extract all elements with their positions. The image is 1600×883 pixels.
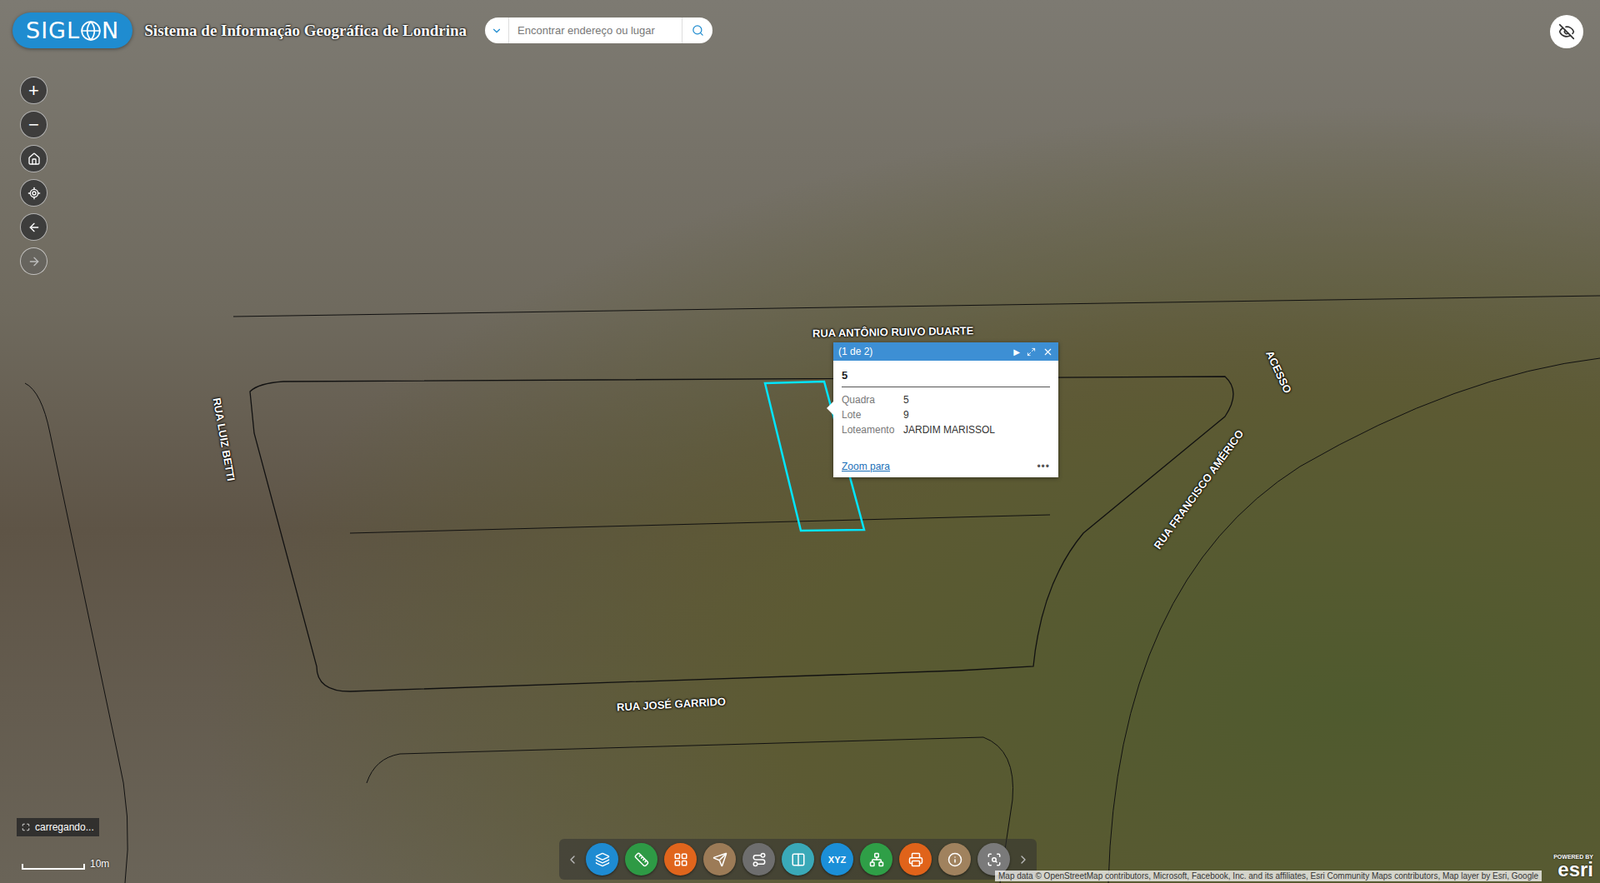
attribute-label: Lote — [841, 409, 904, 421]
ruler-tool-button[interactable] — [625, 843, 658, 876]
home-button[interactable] — [20, 145, 48, 173]
globe-icon — [80, 20, 102, 42]
toolbar-next[interactable] — [1016, 853, 1030, 867]
street-label: RUA FRANCISCO AMÉRICO — [1151, 427, 1247, 552]
chevron-left-icon — [565, 853, 580, 867]
map-attribution: Map data © OpenStreetMap contributors, M… — [995, 870, 1542, 882]
text-button[interactable]: + — [20, 76, 48, 105]
forward-button[interactable] — [20, 247, 48, 275]
app-title: Sistema de Informação Geográfica de Lond… — [144, 21, 467, 40]
street-label: ACESSO — [1263, 348, 1295, 395]
layers-tool-button[interactable] — [585, 843, 619, 876]
info-tool-button[interactable] — [938, 843, 971, 876]
popup-title: 5 — [841, 365, 1050, 388]
search-icon — [691, 24, 705, 37]
search-source-dropdown[interactable] — [485, 17, 510, 44]
print-tool-button[interactable] — [899, 843, 932, 876]
attribute-label: Quadra — [841, 394, 904, 406]
attribute-value: JARDIM MARISSOL — [903, 424, 1050, 436]
network-icon — [869, 852, 885, 868]
printer-icon — [908, 852, 924, 868]
loading-indicator: carregando... — [16, 818, 100, 837]
maximize-icon[interactable] — [1026, 347, 1036, 357]
popup-pager: (1 de 2) — [838, 345, 1007, 358]
next-feature-button[interactable]: ▶ — [1013, 347, 1020, 357]
compare-tool-button[interactable] — [781, 843, 815, 876]
map-view[interactable]: RUA ANTÔNIO RUIVO DUARTE RUA LUIZ BETTI AC… — [0, 0, 1600, 883]
search-box[interactable]: Encontrar endereço ou lugar — [485, 17, 713, 44]
more-actions-button[interactable]: ••• — [1036, 460, 1050, 473]
caret-down-icon — [490, 25, 503, 37]
search-button[interactable] — [681, 17, 713, 44]
grid-icon — [673, 852, 689, 868]
grid-tool-button[interactable] — [664, 843, 697, 876]
nav-controls: +− — [20, 76, 48, 275]
back-arrow-icon — [27, 220, 41, 235]
zoom-to-link[interactable]: Zoom para — [841, 460, 890, 473]
toggle-ui-button[interactable] — [1550, 15, 1584, 49]
route-icon — [751, 852, 767, 868]
eye-off-icon — [1558, 23, 1575, 40]
toolbar-prev[interactable] — [565, 853, 580, 867]
feature-popup: (1 de 2)▶5Quadra5Lote9LoteamentoJARDIM M… — [833, 342, 1059, 478]
attribute-value: 9 — [903, 409, 1050, 421]
layers-icon — [595, 852, 610, 868]
info-icon — [947, 852, 963, 868]
compare-icon — [790, 852, 806, 868]
send-tool-button[interactable] — [703, 843, 736, 876]
street-label: RUA JOSÉ GARRIDO — [616, 695, 727, 715]
locate-icon — [27, 186, 41, 200]
attribute-label: Loteamento — [841, 424, 904, 436]
search-input[interactable]: Encontrar endereço ou lugar — [509, 24, 682, 37]
xyz-tool-button[interactable]: XYZ — [820, 843, 854, 876]
close-icon[interactable] — [1042, 346, 1054, 358]
route-tool-button[interactable] — [742, 843, 775, 876]
text-button[interactable]: − — [20, 110, 48, 139]
popup-pointer — [826, 400, 835, 416]
street-label: RUA ANTÔNIO RUIVO DUARTE — [812, 324, 975, 340]
locate-button[interactable] — [20, 179, 48, 207]
attribute-row: LoteamentoJARDIM MARISSOL — [841, 422, 1050, 438]
attribute-value: 5 — [903, 394, 1050, 406]
network-tool-button[interactable] — [860, 843, 893, 876]
header: SIGLN Sistema de Informação Geográfica de… — [12, 12, 713, 49]
esri-logo: POWERED BYesri — [1553, 854, 1594, 880]
forward-arrow-icon — [27, 255, 41, 269]
back-button[interactable] — [20, 213, 48, 241]
attribute-row: Lote9 — [841, 407, 1050, 423]
send-icon — [712, 852, 728, 868]
expand-icon — [21, 823, 30, 832]
scale-line — [21, 864, 85, 870]
home-icon — [27, 152, 41, 166]
chevron-right-icon — [1016, 853, 1030, 867]
street-label: RUA LUIZ BETTI — [210, 396, 237, 482]
ruler-icon — [634, 852, 650, 868]
parcel-lines — [0, 0, 1600, 883]
tool-bar: XYZ — [559, 839, 1037, 880]
logo[interactable]: SIGLN — [12, 12, 133, 49]
popup-header: (1 de 2) ▶ — [833, 342, 1059, 361]
inspect-icon — [986, 852, 1002, 868]
attribute-row: Quadra5 — [841, 392, 1050, 408]
scale-bar: 10m — [21, 858, 110, 870]
